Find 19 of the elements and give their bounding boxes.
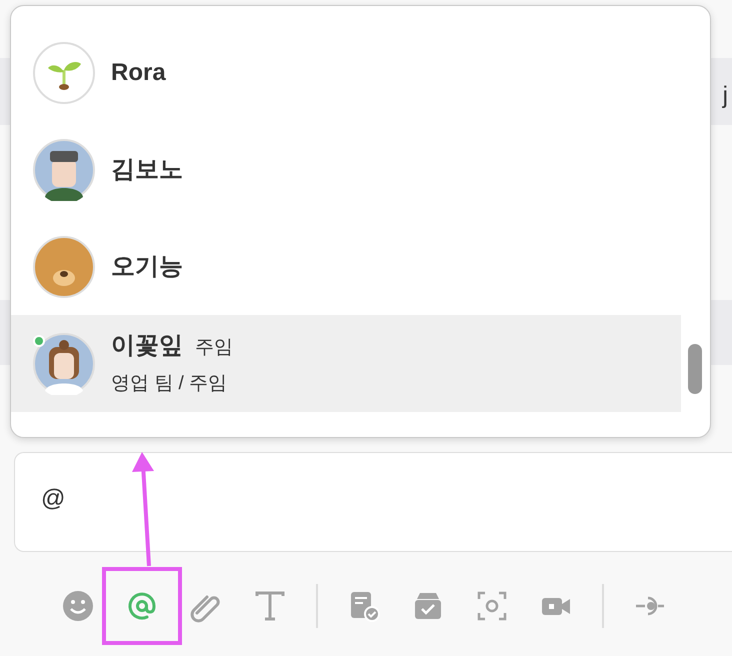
member-item[interactable]: 이꽃잎 주임 영업 팀 / 주임 xyxy=(11,315,681,412)
scrollbar-thumb[interactable] xyxy=(688,344,702,394)
message-text: j xyxy=(722,81,728,111)
member-item[interactable]: 오기능 xyxy=(11,218,681,315)
member-department: 영업 팀 / 주임 xyxy=(111,372,228,396)
avatar-icon xyxy=(33,138,95,200)
avatar-icon xyxy=(33,42,95,104)
member-title: 주임 xyxy=(195,336,233,360)
member-name: 김보노 xyxy=(111,154,183,184)
member-item[interactable]: 김보노 xyxy=(11,121,681,218)
member-item[interactable]: Rora xyxy=(11,24,681,121)
avatar-icon xyxy=(33,236,95,298)
member-name: Rora xyxy=(111,58,166,88)
avatar-icon xyxy=(33,332,95,394)
mention-button[interactable] xyxy=(102,567,182,645)
member-name: 이꽃잎 xyxy=(111,331,183,362)
text-input[interactable]: @ xyxy=(41,481,241,517)
member-name: 오기능 xyxy=(111,252,183,282)
message-input[interactable]: @ xyxy=(14,452,732,552)
